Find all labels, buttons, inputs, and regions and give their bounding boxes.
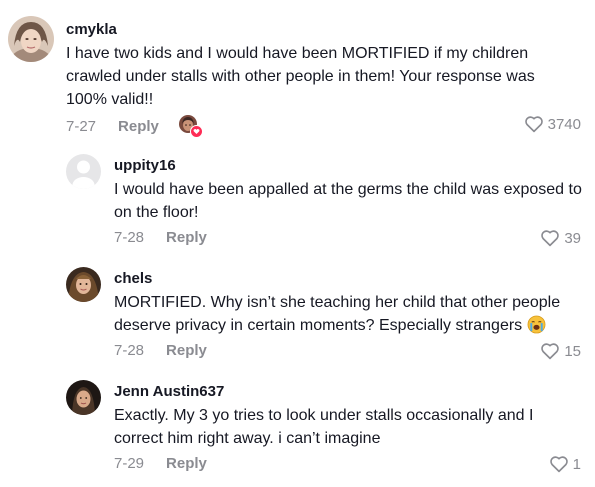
like-button[interactable]: 3740 <box>524 115 581 133</box>
comment-text-body: MORTIFIED. Why isn’t she teaching her ch… <box>114 294 561 334</box>
like-count: 1 <box>572 455 581 473</box>
comment-username[interactable]: Jenn Austin637 <box>114 383 224 400</box>
avatar[interactable] <box>8 16 54 62</box>
comment-username[interactable]: cmykla <box>66 21 117 38</box>
like-button[interactable]: 1 <box>549 455 581 473</box>
comment-text: Exactly. My 3 yo tries to look under sta… <box>114 407 534 447</box>
comment-text: MORTIFIED. Why isn’t she teaching her ch… <box>114 291 584 337</box>
avatar[interactable] <box>66 380 101 415</box>
comment-username[interactable]: chels <box>114 270 152 287</box>
comment-meta: 7-28 Reply <box>114 229 207 246</box>
comment-meta: 7-27 Reply <box>66 115 203 138</box>
comment-username[interactable]: uppity16 <box>114 157 176 174</box>
reply-button[interactable]: Reply <box>118 118 159 135</box>
avatar[interactable] <box>66 154 101 189</box>
like-count: 3740 <box>547 115 581 133</box>
comment-meta: 7-28 Reply <box>114 342 207 359</box>
creator-heart-badge-icon <box>189 125 203 138</box>
reply-button[interactable]: Reply <box>166 455 207 472</box>
heart-outline-icon <box>541 343 560 360</box>
comment-meta: 7-29 Reply <box>114 455 207 472</box>
like-count: 39 <box>564 229 581 247</box>
heart-outline-icon <box>541 230 560 247</box>
avatar[interactable] <box>66 267 101 302</box>
loudly-crying-face-emoji <box>527 315 546 334</box>
like-button[interactable]: 15 <box>540 342 581 360</box>
comment-date: 7-28 <box>114 342 145 359</box>
comment-date: 7-29 <box>114 455 145 472</box>
comment-text: I have two kids and I would have been MO… <box>66 45 535 108</box>
like-button[interactable]: 39 <box>540 229 581 247</box>
heart-outline-icon <box>524 116 543 133</box>
comment-date: 7-27 <box>66 117 97 135</box>
creator-liked-badge <box>178 115 203 138</box>
reply-button[interactable]: Reply <box>166 229 207 246</box>
like-count: 15 <box>564 342 581 360</box>
comment-date: 7-28 <box>114 229 145 246</box>
comment-text: I would have been appalled at the germs … <box>114 181 582 221</box>
reply-button[interactable]: Reply <box>166 342 207 359</box>
heart-outline-icon <box>549 456 568 473</box>
